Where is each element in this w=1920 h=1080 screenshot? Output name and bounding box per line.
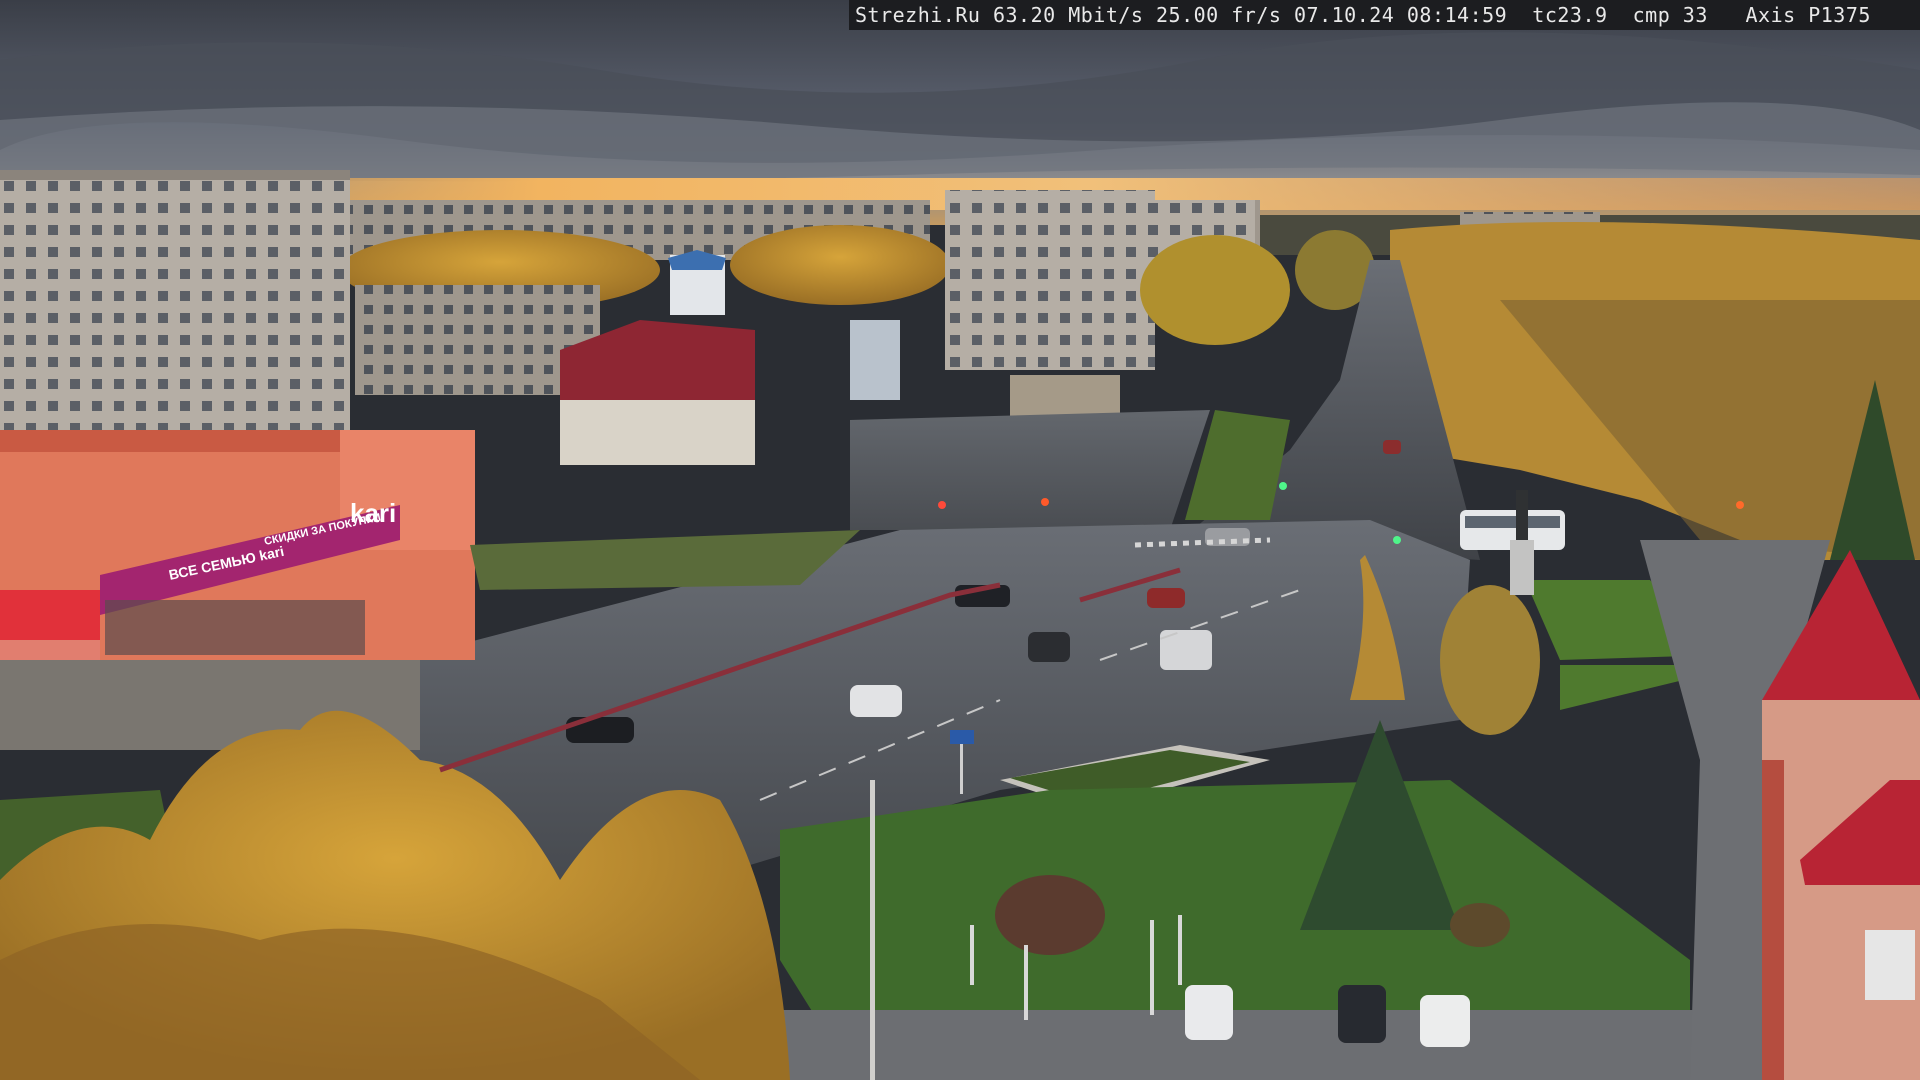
lamp-post-3 — [1178, 915, 1182, 985]
osd-bitrate: 63.20 Mbit/s — [992, 3, 1144, 27]
car-far-red — [1383, 440, 1401, 454]
traffic-light-red-2 — [1041, 498, 1049, 506]
traffic-light-green-2 — [1393, 536, 1401, 544]
left-apartment-roof — [0, 170, 350, 180]
car-road-dark — [1028, 632, 1070, 662]
central-tower — [945, 190, 1155, 370]
bush-front-center — [995, 875, 1105, 955]
osd-framerate: 25.00 fr/s — [1156, 3, 1282, 27]
front-parking — [780, 1010, 1780, 1080]
traffic-light-green-1 — [1279, 482, 1287, 490]
osd-camera: Axis P1375 — [1745, 3, 1871, 27]
road-sign-pole — [960, 744, 963, 794]
osd-temp: tc23.9 — [1532, 3, 1608, 27]
osd-time: 08:14:59 — [1406, 3, 1508, 27]
osd-compression: cmp 33 — [1632, 3, 1708, 27]
traffic-light-red-1 — [938, 501, 946, 509]
tree-median-right — [1440, 585, 1540, 735]
osd-site: Strezhi.Ru — [855, 3, 981, 27]
traffic-light-red-3 — [1736, 501, 1744, 509]
storefront-windows — [105, 600, 365, 655]
parking-plaza — [850, 410, 1210, 530]
lamp-post-2 — [1150, 920, 1154, 1015]
red-roof-building — [560, 400, 755, 465]
blue-kiosk — [850, 320, 900, 400]
lamp-post-4 — [970, 925, 974, 985]
front-park-lawn — [780, 780, 1690, 1040]
car-road-white — [850, 685, 902, 717]
monument-pedestal — [1510, 540, 1534, 595]
parked-car-2 — [1338, 985, 1386, 1043]
right-tower-sign — [1762, 760, 1784, 1080]
trees-center-right — [1140, 235, 1290, 345]
birch-trunk-center — [870, 780, 875, 1080]
osd-date: 07.10.24 — [1293, 3, 1395, 27]
parked-car-3 — [1420, 995, 1470, 1047]
road-sign-blue — [950, 730, 974, 744]
monument-statue — [1516, 490, 1528, 540]
lamp-post-1 — [1024, 945, 1028, 1020]
car-red — [1147, 588, 1185, 608]
bus-windows — [1465, 516, 1560, 528]
grass-left-lawn — [470, 530, 860, 590]
street-scene: kari СКИДКИ ЗА ПОКУПКИ ВСЕ СЕМЬЮ kari — [0, 0, 1920, 1080]
bush-front-right — [1450, 903, 1510, 947]
camera-osd-overlay: Strezhi.Ru 63.20 Mbit/s 25.00 fr/s 07.10… — [849, 0, 1920, 30]
trees-mid-center — [730, 225, 950, 305]
webcam-frame: kari СКИДКИ ЗА ПОКУПКИ ВСЕ СЕМЬЮ kari St… — [0, 0, 1920, 1080]
right-tower-building — [1762, 700, 1920, 1080]
parked-car-1 — [1185, 985, 1233, 1040]
right-tower-window — [1865, 930, 1915, 1000]
